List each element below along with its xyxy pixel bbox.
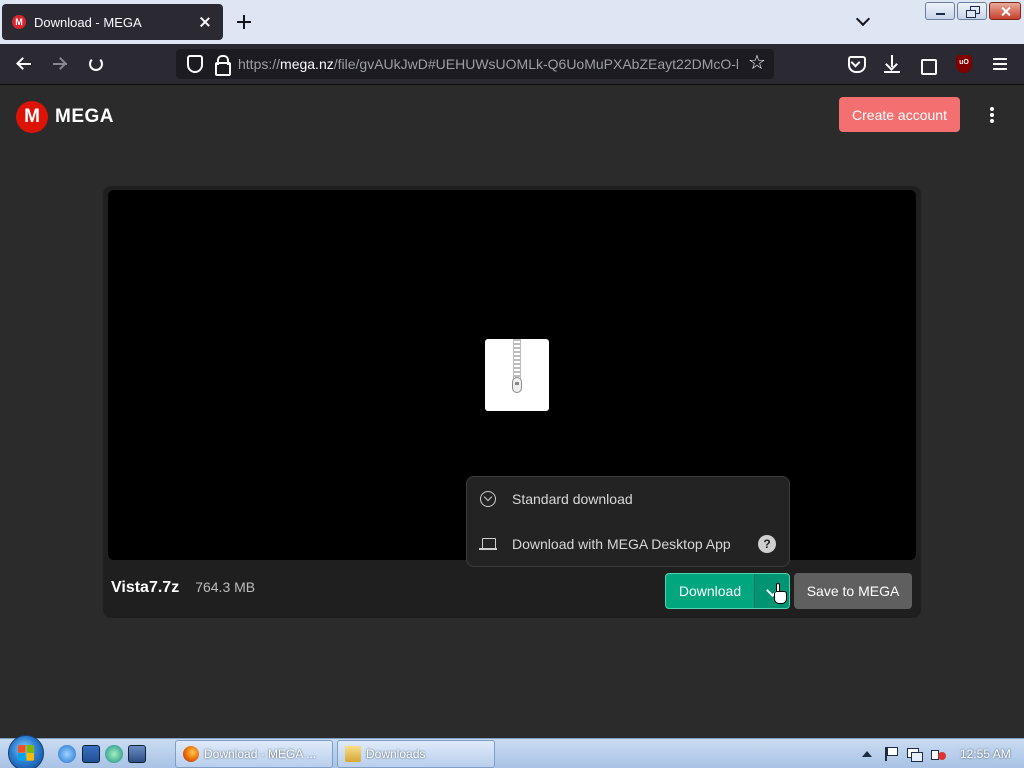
- show-hidden-icons-icon[interactable]: [862, 751, 872, 757]
- firefox-icon: [183, 746, 199, 762]
- action-center-flag-icon[interactable]: [882, 746, 898, 762]
- system-clock[interactable]: 12:55 AM: [960, 747, 1011, 761]
- laptop-icon: [479, 535, 497, 553]
- new-tab-icon[interactable]: [234, 12, 254, 32]
- address-bar[interactable]: https://mega.nz/file/gvAUkJwD#UEHUWsUOML…: [176, 49, 774, 79]
- download-circle-icon: [479, 490, 497, 508]
- zip-archive-icon: [485, 339, 549, 411]
- menu-item-desktop-app-download[interactable]: Download with MEGA Desktop App ?: [467, 522, 789, 567]
- hand-cursor-icon: [770, 583, 790, 607]
- ublock-badge: uO: [959, 59, 969, 66]
- taskbar-button-downloads[interactable]: Downloads: [337, 740, 495, 768]
- tracking-protection-shield-icon[interactable]: [186, 55, 203, 73]
- taskbar: Download - MEGA ... Downloads 12:55 AM: [0, 735, 1024, 768]
- hamburger-menu-icon[interactable]: [990, 54, 1010, 74]
- forward-arrow-icon[interactable]: [50, 54, 70, 74]
- tab-title: Download - MEGA: [34, 14, 142, 30]
- url-scheme: https://: [238, 56, 281, 72]
- taskbar-button-label: Download - MEGA ...: [204, 747, 317, 761]
- mega-logo[interactable]: M MEGA: [16, 101, 114, 133]
- url-text[interactable]: https://mega.nz/file/gvAUkJwD#UEHUWsUOML…: [238, 56, 738, 72]
- mega-logo-text: MEGA: [55, 106, 114, 127]
- media-player-icon[interactable]: [105, 745, 123, 763]
- help-question-icon[interactable]: ?: [758, 535, 776, 553]
- browser-tab[interactable]: M Download - MEGA: [2, 4, 223, 40]
- downloads-icon[interactable]: [882, 54, 902, 74]
- network-icon[interactable]: [906, 746, 923, 762]
- mega-page: M MEGA Create account Vista7.7z 764.3 MB…: [0, 86, 1024, 738]
- folder-icon: [345, 746, 361, 762]
- menu-item-label: Standard download: [512, 491, 633, 507]
- mega-favicon-icon: M: [12, 15, 26, 29]
- menu-item-standard-download[interactable]: Standard download: [467, 477, 789, 522]
- ublock-origin-icon[interactable]: uO: [954, 54, 974, 74]
- download-options-menu: Standard download Download with MEGA Des…: [466, 476, 790, 567]
- file-size: 764.3 MB: [195, 579, 256, 595]
- back-arrow-icon[interactable]: [14, 54, 34, 74]
- url-path: /file/gvAUkJwD#UEHUWsUOMLk-Q6UoMuPXAbZEa…: [333, 56, 738, 72]
- pocket-icon[interactable]: [846, 54, 866, 74]
- taskbar-button-firefox[interactable]: Download - MEGA ...: [175, 740, 333, 768]
- bookmark-star-icon[interactable]: ☆: [748, 52, 766, 74]
- window-close-button[interactable]: [989, 2, 1021, 20]
- url-host: mega.nz: [280, 56, 334, 72]
- list-all-tabs-icon[interactable]: [856, 14, 870, 28]
- reload-icon[interactable]: [86, 54, 106, 74]
- taskbar-button-label: Downloads: [366, 747, 426, 761]
- more-options-kebab-icon[interactable]: [983, 104, 1001, 126]
- mega-logo-mark-icon: M: [16, 101, 48, 133]
- extensions-icon[interactable]: [918, 54, 938, 75]
- volume-muted-icon[interactable]: [930, 746, 946, 762]
- file-info: Vista7.7z 764.3 MB: [111, 579, 255, 597]
- download-button[interactable]: Download: [666, 574, 755, 608]
- navigation-toolbar: https://mega.nz/file/gvAUkJwD#UEHUWsUOML…: [0, 44, 1024, 85]
- tab-close-icon[interactable]: [197, 14, 213, 30]
- create-account-button[interactable]: Create account: [839, 97, 960, 132]
- padlock-icon[interactable]: [214, 55, 231, 76]
- show-desktop-icon[interactable]: [82, 745, 100, 763]
- window-restore-button[interactable]: [957, 2, 987, 20]
- internet-explorer-icon[interactable]: [58, 745, 76, 763]
- menu-item-label: Download with MEGA Desktop App: [512, 536, 731, 552]
- file-name: Vista7.7z: [111, 579, 180, 596]
- tab-strip: M Download - MEGA: [0, 0, 1024, 44]
- save-to-mega-button[interactable]: Save to MEGA: [794, 573, 912, 609]
- switch-windows-icon[interactable]: [128, 745, 146, 763]
- window-minimize-button[interactable]: [925, 2, 955, 20]
- start-button[interactable]: [8, 735, 44, 768]
